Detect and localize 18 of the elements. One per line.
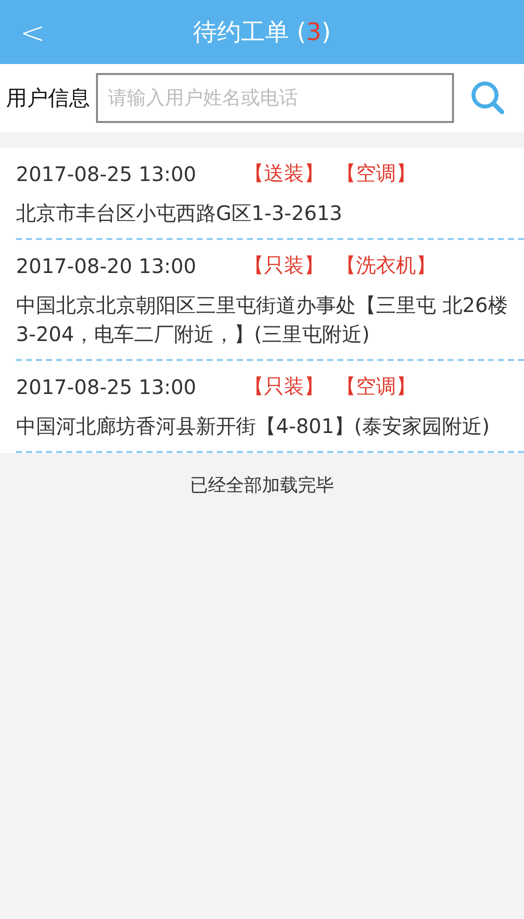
order-tag: 【空调】: [336, 373, 416, 400]
page-title: 待约工单 (3): [193, 17, 331, 48]
order-tag: 【只装】: [244, 252, 324, 279]
load-complete-text: 已经全部加载完毕: [189, 474, 335, 497]
field-label: 用户信息: [6, 85, 90, 112]
order-address: 中国河北廊坊香河县新开街【4-801】(泰安家园附近): [16, 413, 491, 440]
order-tag: 【只装】: [244, 373, 324, 400]
order-tag: 【洗衣机】: [336, 252, 436, 279]
back-button[interactable]: <: [14, 12, 52, 55]
order-time: 2017-08-25 13:00: [16, 374, 198, 398]
order-tag: 【空调】: [336, 160, 416, 187]
order-address: 中国北京北京朝阳区三里屯街道办事处【三里屯 北26楼3-204，电车二厂附近，】(三里屯附近): [16, 292, 509, 348]
order-tag: 【送装】: [244, 160, 324, 187]
order-time: 2017-08-25 13:00: [16, 162, 198, 186]
order-time: 2017-08-20 13:00: [16, 254, 198, 278]
search-field[interactable]: 请输入用户姓名或电话: [96, 73, 454, 123]
search-icon[interactable]: [470, 80, 506, 116]
order-address: 北京市丰台区小屯西路G区1-3-2613: [16, 200, 344, 227]
